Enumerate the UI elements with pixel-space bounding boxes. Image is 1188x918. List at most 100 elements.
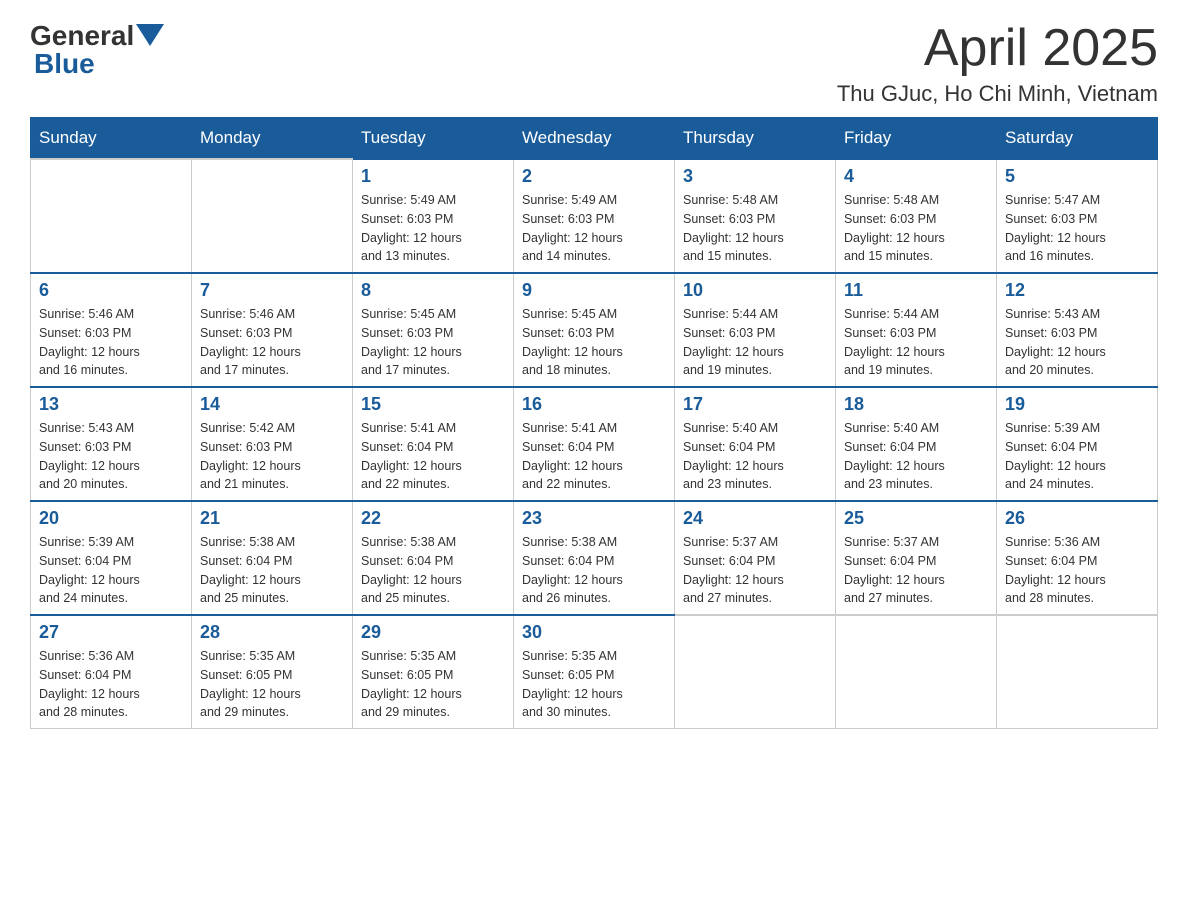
- calendar-cell: 10 Sunrise: 5:44 AMSunset: 6:03 PMDayligh…: [675, 273, 836, 387]
- day-info: Sunrise: 5:36 AMSunset: 6:04 PMDaylight:…: [39, 647, 183, 722]
- logo: General Blue: [30, 20, 164, 80]
- day-info: Sunrise: 5:37 AMSunset: 6:04 PMDaylight:…: [683, 533, 827, 608]
- calendar-week-row: 6 Sunrise: 5:46 AMSunset: 6:03 PMDaylight…: [31, 273, 1158, 387]
- day-number: 14: [200, 394, 344, 415]
- calendar-cell: 13 Sunrise: 5:43 AMSunset: 6:03 PMDayligh…: [31, 387, 192, 501]
- day-number: 2: [522, 166, 666, 187]
- calendar-cell: 29Sunrise: 5:35 AMSunset: 6:05 PMDayligh…: [353, 615, 514, 729]
- calendar-cell: [192, 159, 353, 273]
- calendar-cell: 16 Sunrise: 5:41 AMSunset: 6:04 PMDayligh…: [514, 387, 675, 501]
- day-info: Sunrise: 5:43 AMSunset: 6:03 PMDaylight:…: [39, 419, 183, 494]
- calendar-cell: 30Sunrise: 5:35 AMSunset: 6:05 PMDayligh…: [514, 615, 675, 729]
- calendar-cell: 5 Sunrise: 5:47 AMSunset: 6:03 PMDaylight…: [997, 159, 1158, 273]
- day-number: 25: [844, 508, 988, 529]
- calendar-cell: 28Sunrise: 5:35 AMSunset: 6:05 PMDayligh…: [192, 615, 353, 729]
- day-number: 5: [1005, 166, 1149, 187]
- day-info: Sunrise: 5:49 AMSunset: 6:03 PMDaylight:…: [361, 191, 505, 266]
- calendar-cell: 6 Sunrise: 5:46 AMSunset: 6:03 PMDaylight…: [31, 273, 192, 387]
- calendar-header-monday: Monday: [192, 118, 353, 160]
- day-number: 28: [200, 622, 344, 643]
- calendar-cell: 18 Sunrise: 5:40 AMSunset: 6:04 PMDayligh…: [836, 387, 997, 501]
- calendar-header-tuesday: Tuesday: [353, 118, 514, 160]
- day-number: 12: [1005, 280, 1149, 301]
- day-info: Sunrise: 5:36 AMSunset: 6:04 PMDaylight:…: [1005, 533, 1149, 608]
- calendar-week-row: 13 Sunrise: 5:43 AMSunset: 6:03 PMDayligh…: [31, 387, 1158, 501]
- day-number: 8: [361, 280, 505, 301]
- day-number: 21: [200, 508, 344, 529]
- day-number: 1: [361, 166, 505, 187]
- day-number: 18: [844, 394, 988, 415]
- day-info: Sunrise: 5:43 AMSunset: 6:03 PMDaylight:…: [1005, 305, 1149, 380]
- calendar-cell: 26 Sunrise: 5:36 AMSunset: 6:04 PMDayligh…: [997, 501, 1158, 615]
- day-info: Sunrise: 5:39 AMSunset: 6:04 PMDaylight:…: [1005, 419, 1149, 494]
- day-info: Sunrise: 5:46 AMSunset: 6:03 PMDaylight:…: [200, 305, 344, 380]
- day-info: Sunrise: 5:45 AMSunset: 6:03 PMDaylight:…: [361, 305, 505, 380]
- calendar-cell: 12 Sunrise: 5:43 AMSunset: 6:03 PMDayligh…: [997, 273, 1158, 387]
- day-info: Sunrise: 5:38 AMSunset: 6:04 PMDaylight:…: [200, 533, 344, 608]
- day-number: 16: [522, 394, 666, 415]
- calendar-header-row: SundayMondayTuesdayWednesdayThursdayFrid…: [31, 118, 1158, 160]
- day-info: Sunrise: 5:46 AMSunset: 6:03 PMDaylight:…: [39, 305, 183, 380]
- calendar-header-thursday: Thursday: [675, 118, 836, 160]
- calendar-cell: 8 Sunrise: 5:45 AMSunset: 6:03 PMDaylight…: [353, 273, 514, 387]
- day-number: 20: [39, 508, 183, 529]
- calendar-header-wednesday: Wednesday: [514, 118, 675, 160]
- page-header: General Blue April 2025 Thu GJuc, Ho Chi…: [30, 20, 1158, 107]
- day-number: 24: [683, 508, 827, 529]
- day-info: Sunrise: 5:49 AMSunset: 6:03 PMDaylight:…: [522, 191, 666, 266]
- day-info: Sunrise: 5:41 AMSunset: 6:04 PMDaylight:…: [522, 419, 666, 494]
- day-info: Sunrise: 5:44 AMSunset: 6:03 PMDaylight:…: [683, 305, 827, 380]
- day-info: Sunrise: 5:47 AMSunset: 6:03 PMDaylight:…: [1005, 191, 1149, 266]
- day-number: 19: [1005, 394, 1149, 415]
- location-text: Thu GJuc, Ho Chi Minh, Vietnam: [837, 81, 1158, 107]
- day-info: Sunrise: 5:48 AMSunset: 6:03 PMDaylight:…: [683, 191, 827, 266]
- day-number: 11: [844, 280, 988, 301]
- calendar-cell: 2 Sunrise: 5:49 AMSunset: 6:03 PMDaylight…: [514, 159, 675, 273]
- day-number: 4: [844, 166, 988, 187]
- calendar-cell: 24 Sunrise: 5:37 AMSunset: 6:04 PMDayligh…: [675, 501, 836, 615]
- day-number: 26: [1005, 508, 1149, 529]
- calendar-cell: 19 Sunrise: 5:39 AMSunset: 6:04 PMDayligh…: [997, 387, 1158, 501]
- day-number: 6: [39, 280, 183, 301]
- calendar-cell: 15 Sunrise: 5:41 AMSunset: 6:04 PMDayligh…: [353, 387, 514, 501]
- day-info: Sunrise: 5:44 AMSunset: 6:03 PMDaylight:…: [844, 305, 988, 380]
- calendar-cell: 23 Sunrise: 5:38 AMSunset: 6:04 PMDayligh…: [514, 501, 675, 615]
- day-number: 13: [39, 394, 183, 415]
- calendar-cell: 4 Sunrise: 5:48 AMSunset: 6:03 PMDaylight…: [836, 159, 997, 273]
- day-number: 27: [39, 622, 183, 643]
- calendar-table: SundayMondayTuesdayWednesdayThursdayFrid…: [30, 117, 1158, 729]
- day-number: 9: [522, 280, 666, 301]
- day-number: 23: [522, 508, 666, 529]
- header-right: April 2025 Thu GJuc, Ho Chi Minh, Vietna…: [837, 20, 1158, 107]
- day-number: 17: [683, 394, 827, 415]
- day-info: Sunrise: 5:37 AMSunset: 6:04 PMDaylight:…: [844, 533, 988, 608]
- day-info: Sunrise: 5:38 AMSunset: 6:04 PMDaylight:…: [361, 533, 505, 608]
- day-info: Sunrise: 5:40 AMSunset: 6:04 PMDaylight:…: [844, 419, 988, 494]
- logo-triangle-icon: [136, 24, 164, 46]
- calendar-cell: 1 Sunrise: 5:49 AMSunset: 6:03 PMDaylight…: [353, 159, 514, 273]
- calendar-week-row: 27 Sunrise: 5:36 AMSunset: 6:04 PMDayligh…: [31, 615, 1158, 729]
- calendar-cell: 11 Sunrise: 5:44 AMSunset: 6:03 PMDayligh…: [836, 273, 997, 387]
- day-number: 15: [361, 394, 505, 415]
- calendar-week-row: 20Sunrise: 5:39 AMSunset: 6:04 PMDayligh…: [31, 501, 1158, 615]
- calendar-cell: 17 Sunrise: 5:40 AMSunset: 6:04 PMDayligh…: [675, 387, 836, 501]
- day-number: 7: [200, 280, 344, 301]
- calendar-cell: 3 Sunrise: 5:48 AMSunset: 6:03 PMDaylight…: [675, 159, 836, 273]
- day-info: Sunrise: 5:41 AMSunset: 6:04 PMDaylight:…: [361, 419, 505, 494]
- calendar-cell: 7 Sunrise: 5:46 AMSunset: 6:03 PMDaylight…: [192, 273, 353, 387]
- calendar-cell: [31, 159, 192, 273]
- day-number: 10: [683, 280, 827, 301]
- day-info: Sunrise: 5:45 AMSunset: 6:03 PMDaylight:…: [522, 305, 666, 380]
- calendar-header-friday: Friday: [836, 118, 997, 160]
- day-info: Sunrise: 5:38 AMSunset: 6:04 PMDaylight:…: [522, 533, 666, 608]
- day-info: Sunrise: 5:42 AMSunset: 6:03 PMDaylight:…: [200, 419, 344, 494]
- day-info: Sunrise: 5:40 AMSunset: 6:04 PMDaylight:…: [683, 419, 827, 494]
- calendar-cell: 22Sunrise: 5:38 AMSunset: 6:04 PMDayligh…: [353, 501, 514, 615]
- day-number: 3: [683, 166, 827, 187]
- day-info: Sunrise: 5:48 AMSunset: 6:03 PMDaylight:…: [844, 191, 988, 266]
- calendar-cell: 20Sunrise: 5:39 AMSunset: 6:04 PMDayligh…: [31, 501, 192, 615]
- calendar-cell: 21 Sunrise: 5:38 AMSunset: 6:04 PMDayligh…: [192, 501, 353, 615]
- calendar-header-saturday: Saturday: [997, 118, 1158, 160]
- calendar-header-sunday: Sunday: [31, 118, 192, 160]
- logo-blue-text: Blue: [34, 48, 95, 80]
